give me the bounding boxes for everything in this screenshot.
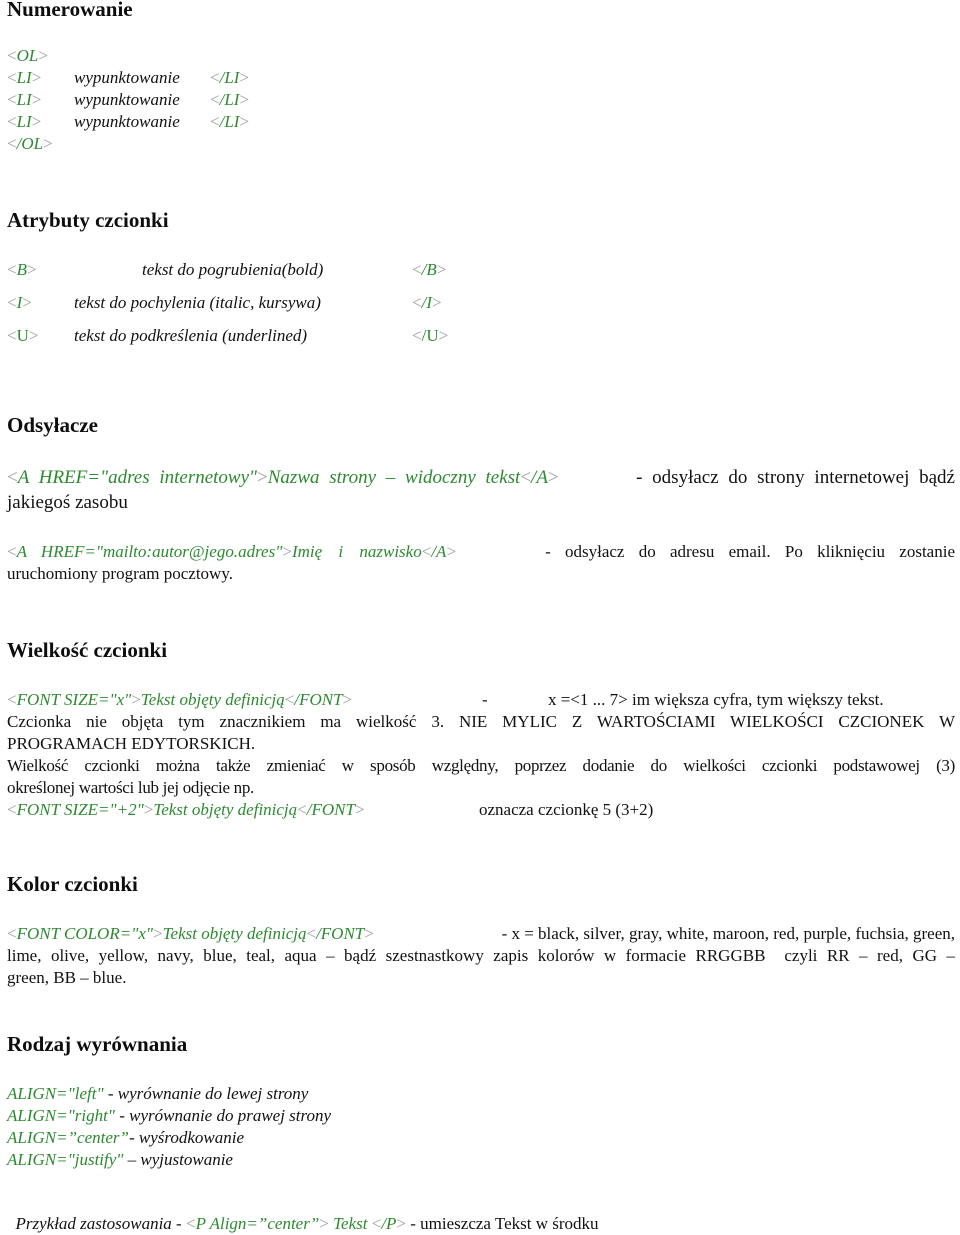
- heading-numerowanie: Numerowanie: [7, 0, 133, 21]
- tag-name: P Align=”center”: [195, 1214, 320, 1233]
- list-item: <LI> wypunktowanie </LI>: [7, 112, 250, 131]
- tag-name: /P: [381, 1214, 397, 1233]
- align-code: ALIGN="right": [7, 1106, 115, 1125]
- attribute-desc: tekst do podkreślenia (underlined): [74, 326, 308, 345]
- paragraph-line: określonej wartości lub jej odjęcie np.: [7, 778, 255, 797]
- font-color-example: <FONT COLOR="x">Tekst objęty definicją</…: [7, 924, 955, 943]
- tag-name: /B: [421, 260, 437, 279]
- tag-name: U: [16, 326, 29, 345]
- ol-open-tag: <OL>: [7, 46, 48, 65]
- font-size-relative-example: <FONT SIZE="+2">Tekst objęty definicją</…: [7, 800, 365, 819]
- tag-label: Tekst: [328, 1214, 372, 1233]
- tag-name: A HREF="adres internetowy": [17, 467, 258, 488]
- tag-name: /I: [421, 293, 432, 312]
- link-desc: - odsyłacz do adresu email. Po kliknięci…: [545, 542, 955, 561]
- align-code: ALIGN="justify": [7, 1150, 124, 1169]
- heading-atrybuty-czcionki: Atrybuty czcionki: [7, 208, 169, 232]
- align-desc: - wyrównanie do prawej strony: [114, 1106, 332, 1125]
- tag-name: /A: [431, 542, 447, 561]
- tag-name: FONT SIZE="+2": [16, 800, 144, 819]
- link-desc-cont: uruchomiony program pocztowy.: [7, 564, 233, 583]
- paragraph-line: PROGRAMACH EDYTORSKICH.: [7, 734, 256, 753]
- font-size-dash: -: [482, 690, 488, 709]
- link-example-web: <A HREF="adres internetowy">Nazwa strony…: [7, 467, 955, 488]
- font-size-relative-desc: oznacza czcionkę 5 (3+2): [479, 800, 654, 819]
- font-size-example: <FONT SIZE="x">Tekst objęty definicją</F…: [7, 690, 353, 709]
- tag-name: /A: [531, 467, 548, 488]
- tag-name: A HREF="mailto:autor@jego.adres": [16, 542, 283, 561]
- tag-name: FONT SIZE="x": [16, 690, 132, 709]
- tag-label: Tekst objęty definicją: [140, 690, 285, 709]
- paragraph-line: lime, olive, yellow, navy, blue, teal, a…: [7, 946, 955, 965]
- tag-name: LI: [16, 112, 32, 131]
- align-row-center: ALIGN=”center”- wyśrodkowanie: [7, 1127, 244, 1149]
- link-label: Nazwa strony – widoczny tekst: [267, 467, 521, 488]
- tag-name: /LI: [219, 112, 240, 131]
- tag-name: FONT COLOR="x": [16, 924, 154, 943]
- attribute-desc: tekst do pogrubienia(bold): [142, 260, 324, 279]
- align-desc: – wyjustowanie: [123, 1150, 233, 1169]
- list-item: <LI> wypunktowanie </LI>: [7, 68, 250, 87]
- tag-name: LI: [16, 90, 32, 109]
- link-example-mailto: <A HREF="mailto:autor@jego.adres">Imię i…: [7, 542, 955, 561]
- link-label: Imię i nazwisko: [291, 542, 422, 561]
- align-desc: - wyrównanie do lewej strony: [103, 1084, 309, 1103]
- paragraph-line: Czcionka nie objęta tym znacznikiem ma w…: [7, 712, 955, 731]
- align-code: ALIGN=”center”: [7, 1128, 129, 1147]
- font-size-range-desc: x =<1 ... 7> im większa cyfra, tym więks…: [548, 690, 884, 709]
- paragraph-line: green, BB – blue.: [7, 968, 127, 987]
- tag-name: /U: [421, 326, 439, 345]
- align-row-left: ALIGN="left" - wyrównanie do lewej stron…: [7, 1083, 308, 1105]
- align-code: ALIGN="left": [7, 1084, 104, 1103]
- heading-kolor-czcionki: Kolor czcionki: [7, 872, 138, 896]
- tag-name: OL: [16, 46, 39, 65]
- align-usage-example: Przykład zastosowania - <P Align=”center…: [15, 1214, 599, 1233]
- attribute-row-underline: <U> tekst do podkreślenia (underlined) <…: [7, 326, 449, 345]
- list-item: <LI> wypunktowanie </LI>: [7, 90, 250, 109]
- ol-close-tag: </OL>: [7, 134, 53, 153]
- tag-label: Tekst objęty definicją: [162, 924, 307, 943]
- link-desc: - odsyłacz do strony internetowej bądź: [636, 467, 955, 488]
- list-item-text: wypunktowanie: [74, 90, 180, 109]
- tag-name: /FONT: [316, 924, 365, 943]
- list-item-text: wypunktowanie: [74, 68, 180, 87]
- attribute-row-bold: <B> tekst do pogrubienia(bold) </B>: [7, 260, 447, 279]
- tag-name: LI: [16, 68, 32, 87]
- heading-odsylacze: Odsyłacze: [7, 413, 98, 437]
- align-desc: - wyśrodkowanie: [128, 1128, 245, 1147]
- align-row-justify: ALIGN="justify" – wyjustowanie: [7, 1149, 233, 1171]
- tag-name: /FONT: [294, 690, 343, 709]
- tag-name: /OL: [16, 134, 44, 153]
- heading-rodzaj-wyrownania: Rodzaj wyrównania: [7, 1032, 188, 1056]
- tag-name: /FONT: [306, 800, 355, 819]
- tag-label: Tekst objęty definicją: [153, 800, 298, 819]
- example-prefix: Przykład zastosowania -: [15, 1214, 186, 1233]
- paragraph-line: Wielkość czcionki można także zmieniać w…: [7, 756, 955, 775]
- heading-wielkosc-czcionki: Wielkość czcionki: [7, 638, 168, 662]
- font-color-desc: - x = black, silver, gray, white, maroon…: [501, 924, 955, 943]
- example-suffix: - umieszcza Tekst w środku: [406, 1214, 599, 1233]
- align-row-right: ALIGN="right" - wyrównanie do prawej str…: [7, 1105, 331, 1127]
- link-desc-cont: jakiegoś zasobu: [7, 492, 128, 513]
- list-item-text: wypunktowanie: [74, 112, 180, 131]
- attribute-row-italic: <I> tekst do pochylenia (italic, kursywa…: [7, 293, 442, 312]
- tag-name: /LI: [219, 90, 240, 109]
- tag-name: /LI: [219, 68, 240, 87]
- tag-name: B: [16, 260, 27, 279]
- attribute-desc: tekst do pochylenia (italic, kursywa): [74, 293, 321, 312]
